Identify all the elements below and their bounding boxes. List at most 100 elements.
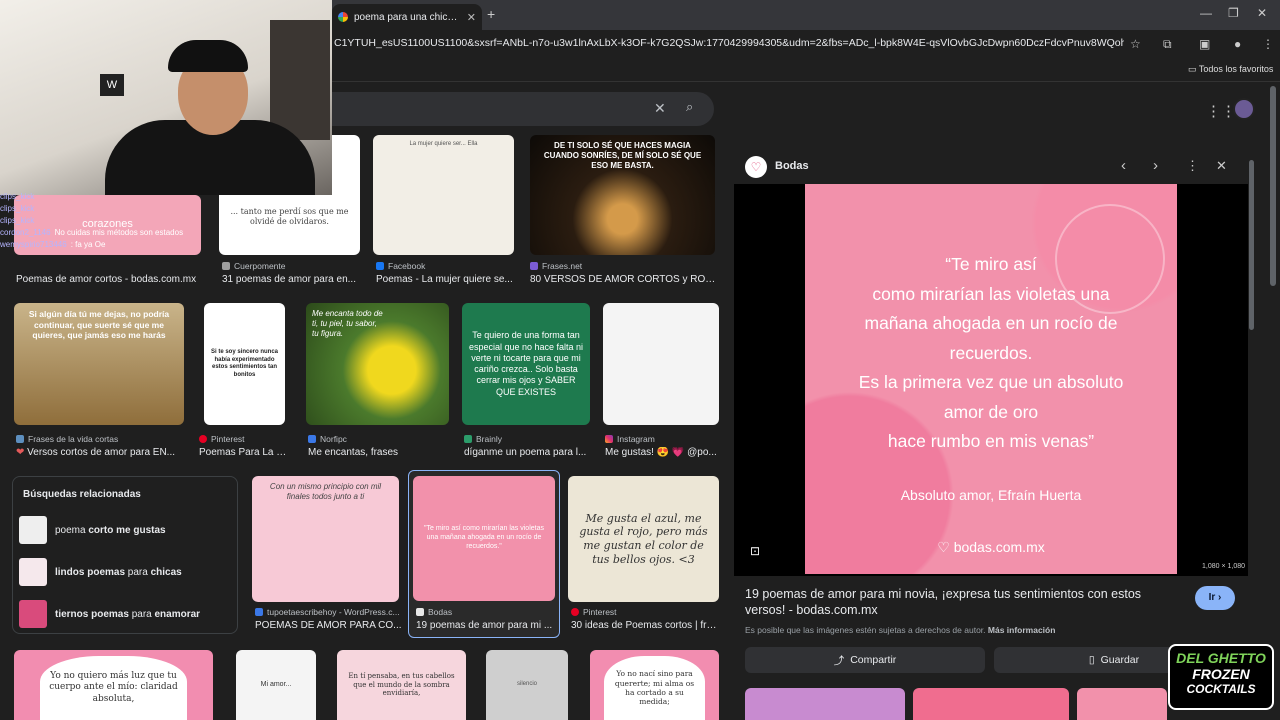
webcam-person-cap bbox=[168, 40, 248, 72]
badge-line-2: FROZEN bbox=[1192, 666, 1250, 682]
apps-grid-icon[interactable]: ⋮⋮ bbox=[1206, 102, 1236, 120]
result-source: Norfipc bbox=[308, 434, 347, 444]
close-window-button[interactable]: ✕ bbox=[1257, 6, 1267, 20]
chat-text: : fa ya Oe bbox=[70, 239, 106, 249]
related-image-2[interactable] bbox=[913, 688, 1069, 720]
result-thumb-4[interactable]: DE TI SOLO SÉ QUE HACES MAGIA CUANDO SON… bbox=[530, 135, 715, 255]
preview-image[interactable]: “Te miro así como mirarían las violetas u… bbox=[805, 184, 1177, 574]
result-thumb-7[interactable]: Me encanta todo de ti, tu piel, tu sabor… bbox=[306, 303, 449, 425]
result-caption[interactable]: 19 poemas de amor para mi ... bbox=[416, 620, 556, 631]
url-field[interactable]: C1YTUH_esUS1100US1100&sxsrf=ANbL-n7o-u3w… bbox=[334, 37, 1124, 49]
result-caption[interactable]: ❤ Versos cortos de amor para EN... bbox=[16, 447, 186, 458]
result-caption[interactable]: POEMAS DE AMOR PARA CO... bbox=[255, 620, 403, 631]
chat-username: clips_kick bbox=[0, 203, 35, 213]
result-thumb-3[interactable]: La mujer quiere ser... Ella bbox=[373, 135, 514, 255]
search-icon[interactable]: ⌕ bbox=[686, 99, 693, 115]
bodas-logo-icon: ♡ bbox=[745, 156, 767, 178]
search-bar[interactable]: ✕ ⌕ bbox=[332, 92, 714, 126]
poem-quote: “Te miro así como mirarían las violetas u… bbox=[805, 250, 1177, 457]
page-scrollbar[interactable] bbox=[1270, 86, 1276, 286]
result-caption[interactable]: Me encantas, frases bbox=[308, 447, 453, 458]
chair-logo: W bbox=[100, 74, 124, 96]
panel-source[interactable]: Bodas bbox=[775, 160, 809, 172]
result-thumb-9[interactable] bbox=[603, 303, 719, 425]
chat-message: wemyspirio713446: fa ya Oe bbox=[0, 238, 210, 250]
related-item-3[interactable]: tiernos poemas para enamorar bbox=[19, 599, 233, 629]
site-icon bbox=[16, 435, 24, 443]
facebook-icon bbox=[376, 262, 384, 270]
menu-icon[interactable]: ⋮ bbox=[1262, 37, 1274, 51]
result-caption[interactable]: 30 ideas de Poemas cortos | fra... bbox=[571, 620, 719, 631]
site-icon bbox=[416, 608, 424, 616]
visit-button[interactable]: Ir › bbox=[1195, 586, 1235, 610]
related-item-2[interactable]: lindos poemas para chicas bbox=[19, 557, 233, 587]
result-source: Frases.net bbox=[530, 261, 582, 271]
result-thumb-text: "Te miro así como mirarían las violetas … bbox=[424, 525, 544, 550]
result-caption[interactable]: 31 poemas de amor para en... bbox=[222, 274, 362, 285]
poem-line: Es la primera vez que un absoluto bbox=[858, 372, 1124, 392]
result-source: Brainly bbox=[464, 434, 502, 444]
chat-username: wemyspirio713446 bbox=[0, 239, 67, 249]
pinterest-icon bbox=[199, 435, 207, 443]
site-icon bbox=[530, 262, 538, 270]
result-caption[interactable]: díganme un poema para l... bbox=[464, 447, 594, 458]
result-thumb-11[interactable]: "Te miro así como mirarían las violetas … bbox=[413, 476, 555, 601]
chat-message: clips_kick bbox=[0, 190, 210, 202]
result-thumb-10[interactable]: Con un mismo principio con mil finales t… bbox=[252, 476, 399, 602]
related-heading: Búsquedas relacionadas bbox=[23, 489, 141, 500]
result-thumb-8[interactable]: Te quiero de una forma tan especial que … bbox=[462, 303, 590, 425]
related-item-1[interactable]: poema corto me gustas bbox=[19, 515, 233, 545]
result-thumb-16[interactable]: silencio bbox=[486, 650, 568, 720]
result-thumb-15[interactable]: En tí pensaba, en tus cabellos que el mu… bbox=[337, 650, 466, 720]
maximize-button[interactable]: ❐ bbox=[1228, 6, 1239, 20]
result-thumb-text: Te quiero de una forma tan especial que … bbox=[468, 330, 584, 397]
share-icon: ⤴ bbox=[833, 654, 845, 667]
extensions-icon[interactable]: ⧉ bbox=[1163, 37, 1172, 52]
chat-username: clips_kick bbox=[0, 191, 35, 201]
result-source: tupoetaescribehoy - WordPress.c... bbox=[255, 607, 400, 617]
result-thumb-13[interactable]: Yo no quiero más luz que tu cuerpo ante … bbox=[14, 650, 213, 720]
result-thumb-12[interactable]: Me gusta el azul, me gusta el rojo, pero… bbox=[568, 476, 719, 602]
related-image-1[interactable] bbox=[745, 688, 905, 720]
pinterest-icon bbox=[571, 608, 579, 616]
tab-close-icon[interactable]: ✕ bbox=[467, 11, 476, 24]
browser-tab[interactable]: poema para una chica que te g ✕ bbox=[332, 4, 482, 30]
more-options-icon[interactable]: ⋮ bbox=[1186, 158, 1199, 174]
result-caption[interactable]: Me gustas! 😍 💗 @po... bbox=[605, 447, 720, 458]
star-icon[interactable]: ☆ bbox=[1130, 37, 1141, 51]
result-thumb-14[interactable]: Mi amor... bbox=[236, 650, 316, 720]
close-panel-icon[interactable]: ✕ bbox=[1216, 158, 1227, 174]
result-caption[interactable]: Poemas de amor cortos - bodas.com.mx bbox=[16, 274, 206, 285]
result-source: Frases de la vida cortas bbox=[16, 434, 118, 444]
related-image-3[interactable] bbox=[1077, 688, 1167, 720]
related-label: lindos poemas para chicas bbox=[55, 566, 182, 578]
profile-icon[interactable]: ● bbox=[1234, 37, 1241, 51]
clear-icon[interactable]: ✕ bbox=[654, 100, 666, 117]
result-thumb-text: DE TI SOLO SÉ QUE HACES MAGIA CUANDO SON… bbox=[543, 141, 702, 170]
new-tab-button[interactable]: + bbox=[487, 6, 495, 22]
sidebar-icon[interactable]: ▣ bbox=[1199, 37, 1210, 51]
result-thumb-17[interactable]: Yo no nací sino para quererte; mi alma o… bbox=[590, 650, 719, 720]
prev-icon[interactable]: ‹ bbox=[1121, 157, 1126, 174]
result-thumb-text: Con un mismo principio con mil finales t… bbox=[269, 482, 382, 501]
result-caption[interactable]: Poemas - La mujer quiere se... bbox=[376, 274, 516, 285]
account-avatar[interactable] bbox=[1233, 98, 1255, 120]
lens-icon[interactable]: ⊡ bbox=[750, 544, 760, 558]
all-bookmarks[interactable]: ▭ Todos los favoritos bbox=[1188, 64, 1273, 75]
result-thumb-6[interactable]: Si te soy sincero nunca había experiment… bbox=[204, 303, 285, 425]
result-caption[interactable]: 80 VERSOS DE AMOR CORTOS y ROM... bbox=[530, 274, 720, 285]
next-icon[interactable]: › bbox=[1153, 157, 1158, 174]
chat-message: cordon2_1146 No cuidas mis métodos son es… bbox=[0, 226, 210, 238]
poem-line: mañana ahogada en un rocío de bbox=[864, 313, 1118, 333]
result-thumb-5[interactable]: Si algún día tú me dejas, no podría cont… bbox=[14, 303, 184, 425]
related-thumb bbox=[19, 558, 47, 586]
panel-scrollbar[interactable] bbox=[1249, 160, 1254, 330]
panel-title[interactable]: 19 poemas de amor para mi novia, ¡expres… bbox=[745, 586, 1175, 618]
more-info-link[interactable]: Más información bbox=[988, 625, 1056, 635]
share-button[interactable]: ⤴ Compartir bbox=[745, 647, 985, 673]
result-caption[interactable]: Poemas Para La Q... bbox=[199, 447, 291, 458]
folder-icon: ▭ bbox=[1188, 64, 1199, 74]
badge-line-1: DEL GHETTO bbox=[1176, 650, 1266, 666]
result-source: Cuerpomente bbox=[222, 261, 286, 271]
minimize-button[interactable]: — bbox=[1200, 6, 1212, 20]
